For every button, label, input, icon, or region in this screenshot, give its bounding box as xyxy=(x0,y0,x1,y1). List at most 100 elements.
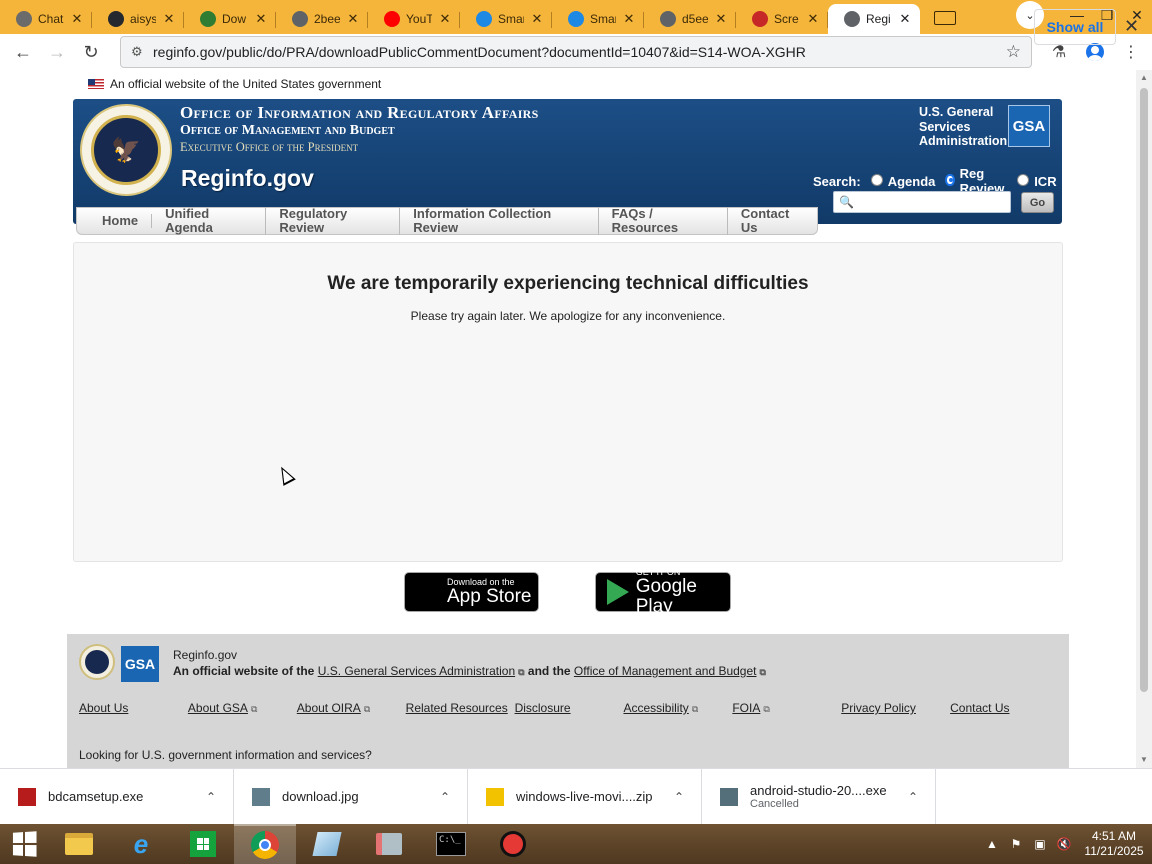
download-options-chevron-icon[interactable]: ⌃ xyxy=(671,790,687,804)
url-text[interactable]: reginfo.gov/public/do/PRA/downloadPublic… xyxy=(153,44,1006,60)
action-center-flag-icon[interactable]: ⚑ xyxy=(1004,837,1028,851)
radio-agenda[interactable]: Agenda xyxy=(870,174,935,189)
browser-tab[interactable]: Dow ✕ xyxy=(184,4,276,34)
back-icon[interactable]: ← xyxy=(6,36,40,68)
site-header: 🦅 Office of Information and Regulatory A… xyxy=(73,99,1062,224)
footer-link[interactable]: Accessibility xyxy=(623,701,688,715)
menu-kebab-icon[interactable]: ⋮ xyxy=(1116,36,1146,68)
browser-tab[interactable]: Smar ✕ xyxy=(460,4,552,34)
tab-close-icon[interactable]: ✕ xyxy=(438,11,452,27)
radio-agenda-circle[interactable] xyxy=(870,174,883,186)
internet-explorer-icon: e xyxy=(133,828,149,859)
tab-close-icon[interactable]: ✕ xyxy=(898,11,912,27)
browser-tab[interactable]: aisys ✕ xyxy=(92,4,184,34)
search-input[interactable]: 🔍 xyxy=(833,191,1011,213)
app-store-badge[interactable]: Download on the App Store xyxy=(404,572,539,612)
browser-tab[interactable]: Scre ✕ xyxy=(736,4,828,34)
download-options-chevron-icon[interactable]: ⌃ xyxy=(203,790,219,804)
page-scrollbar[interactable]: ▲ ▼ xyxy=(1136,70,1152,768)
tab-favicon-icon xyxy=(200,11,216,27)
radio-reg-review-circle[interactable] xyxy=(945,174,955,186)
tab-close-icon[interactable]: ✕ xyxy=(530,11,544,27)
tab-close-icon[interactable]: ✕ xyxy=(622,11,636,27)
download-item[interactable]: android-studio-20....exe Cancelled ⌃ xyxy=(702,768,936,825)
nav-contact-us[interactable]: Contact Us xyxy=(728,207,817,235)
download-options-chevron-icon[interactable]: ⌃ xyxy=(905,790,921,804)
nav-regulatory-review[interactable]: Regulatory Review xyxy=(266,207,401,235)
system-clock[interactable]: 4:51 AM 11/21/2025 xyxy=(1076,829,1152,859)
taskbar-store[interactable] xyxy=(172,824,234,864)
footer-link[interactable]: Privacy Policy xyxy=(841,701,916,715)
brand-reginfo[interactable]: Reginfo.gov xyxy=(181,165,314,192)
address-bar[interactable]: ⚙ reginfo.gov/public/do/PRA/downloadPubl… xyxy=(120,36,1032,68)
footer-gsa-link[interactable]: U.S. General Services Administration xyxy=(318,664,515,678)
tab-close-icon[interactable]: ✕ xyxy=(346,11,360,27)
taskbar-command-prompt[interactable]: C:\_ xyxy=(420,824,482,864)
nav-home[interactable]: Home xyxy=(89,214,153,228)
gsa-logo[interactable]: GSA xyxy=(1008,105,1050,147)
tab-close-icon[interactable]: ✕ xyxy=(254,11,268,27)
taskbar-chrome[interactable] xyxy=(234,824,296,864)
footer-gsa-logo[interactable]: GSA xyxy=(121,646,159,682)
download-item[interactable]: download.jpg ⌃ xyxy=(234,768,468,825)
taskbar-notepad[interactable] xyxy=(296,824,358,864)
tab-close-icon[interactable]: ✕ xyxy=(806,11,820,27)
browser-tab[interactable]: YouT ✕ xyxy=(368,4,460,34)
close-download-shelf-icon[interactable]: ✕ xyxy=(1124,16,1139,37)
nav-unified-agenda[interactable]: Unified Agenda xyxy=(152,207,267,235)
tab-title: 2bee xyxy=(314,12,340,26)
network-icon[interactable]: ▣ xyxy=(1028,837,1052,851)
tab-close-icon[interactable]: ✕ xyxy=(714,11,728,27)
tab-close-icon[interactable]: ✕ xyxy=(70,11,84,27)
external-link-icon: ⧉ xyxy=(363,704,371,714)
bookmark-star-icon[interactable]: ☆ xyxy=(1006,42,1021,62)
download-item[interactable]: windows-live-movi....zip ⌃ xyxy=(468,768,702,825)
external-link-icon: ⧉ xyxy=(763,704,770,714)
go-button[interactable]: Go xyxy=(1021,192,1054,213)
browser-tab[interactable]: 2bee ✕ xyxy=(276,4,368,34)
tab-title: Smar xyxy=(498,12,524,26)
browser-tab[interactable]: Smar ✕ xyxy=(552,4,644,34)
footer-official-prefix: An official website of the xyxy=(173,664,315,678)
scroll-down-icon[interactable]: ▼ xyxy=(1136,752,1152,768)
taskbar-screen-recorder[interactable] xyxy=(482,824,544,864)
footer-link[interactable]: FOIA xyxy=(732,701,760,715)
taskbar-setup-tool[interactable] xyxy=(358,824,420,864)
google-play-badge[interactable]: GET IT ON Google Play xyxy=(595,567,731,617)
show-all-downloads-button[interactable]: Show all xyxy=(1034,9,1116,45)
radio-icr-label: ICR xyxy=(1034,173,1057,189)
scroll-up-icon[interactable]: ▲ xyxy=(1136,70,1152,86)
gsa-text[interactable]: U.S. General Services Administration xyxy=(919,105,1007,149)
site-info-icon[interactable]: ⚙ xyxy=(131,44,153,60)
footer-link[interactable]: About OIRA xyxy=(297,701,361,715)
radio-icr[interactable]: ICR xyxy=(1017,173,1057,189)
taskbar-internet-explorer[interactable]: e xyxy=(110,824,172,864)
nav-information-collection-review[interactable]: Information Collection Review xyxy=(400,207,599,235)
footer-link[interactable]: About GSA xyxy=(188,701,248,715)
start-button[interactable] xyxy=(0,824,48,864)
scroll-thumb[interactable] xyxy=(1140,88,1148,692)
download-item[interactable]: bdcamsetup.exe ⌃ xyxy=(0,768,234,825)
browser-tab[interactable]: Chat ✕ xyxy=(0,4,92,34)
footer-link[interactable]: Contact Us xyxy=(950,701,1009,715)
footer-site-name: Reginfo.gov xyxy=(173,648,238,662)
footer-link[interactable]: About Us xyxy=(79,701,128,715)
forward-icon[interactable]: → xyxy=(40,36,74,68)
nav-faqs-resources[interactable]: FAQs / Resources xyxy=(599,207,728,235)
footer-link[interactable]: Disclosure xyxy=(515,701,571,715)
error-title: We are temporarily experiencing technica… xyxy=(327,273,809,294)
taskbar-file-explorer[interactable] xyxy=(48,824,110,864)
browser-tab[interactable]: Regi ✕ xyxy=(828,4,920,34)
volume-muted-icon[interactable]: 🔇 xyxy=(1052,837,1076,851)
footer-omb-link[interactable]: Office of Management and Budget xyxy=(574,664,757,678)
new-tab-icon[interactable] xyxy=(928,6,962,30)
search-icon: 🔍 xyxy=(839,195,854,209)
tab-close-icon[interactable]: ✕ xyxy=(162,11,176,27)
tray-overflow-icon[interactable]: ▲ xyxy=(980,837,1004,851)
footer-link[interactable]: Related Resources xyxy=(406,701,508,715)
reload-icon[interactable]: ↻ xyxy=(74,36,108,68)
download-options-chevron-icon[interactable]: ⌃ xyxy=(437,790,453,804)
tab-title: d5ee xyxy=(682,12,708,26)
radio-icr-circle[interactable] xyxy=(1017,174,1030,186)
browser-tab[interactable]: d5ee ✕ xyxy=(644,4,736,34)
